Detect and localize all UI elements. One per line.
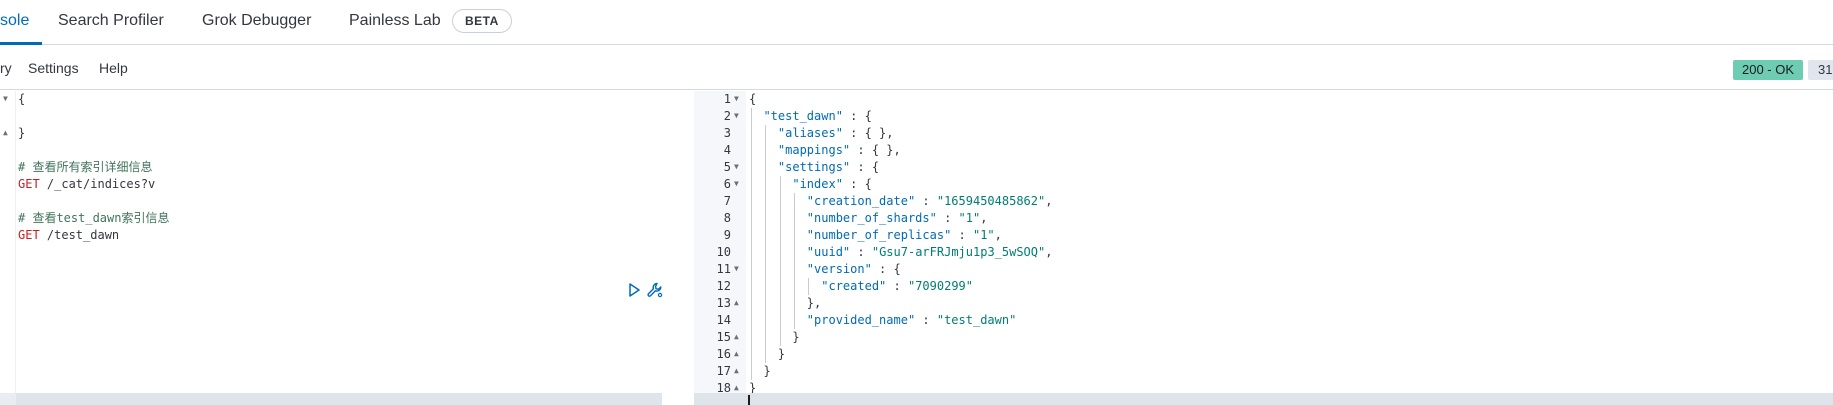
json-string: "7090299"	[907, 279, 973, 293]
fold-open-icon[interactable]: ▼	[734, 111, 739, 120]
tab-painless-lab[interactable]: Painless Lab	[349, 0, 441, 44]
fold-open-icon[interactable]: ▼	[734, 264, 739, 273]
menu-settings[interactable]: Settings	[28, 60, 79, 76]
response-line: "settings" : {	[777, 160, 880, 174]
line-number: 16	[716, 347, 731, 361]
http-method: GET	[18, 228, 40, 242]
line-number: 12	[716, 279, 731, 293]
play-icon[interactable]	[626, 281, 642, 299]
json-string: "1"	[972, 228, 995, 242]
json-string: "test_dawn"	[936, 313, 1017, 327]
json-key: "settings"	[777, 160, 851, 174]
console-menu-bar: ry Settings Help 200 - OK 31	[0, 45, 1833, 90]
response-line: "aliases" : { },	[777, 126, 894, 140]
request-editor[interactable]: ▼ ▲ { } # 查看所有索引详细信息 GET /_cat/indices?v…	[0, 91, 678, 405]
request-scrollbar[interactable]	[0, 393, 662, 405]
line-number: 14	[716, 313, 731, 327]
json-key: "number_of_shards"	[806, 211, 937, 225]
wrench-icon[interactable]	[646, 281, 664, 299]
json-key: "test_dawn"	[763, 109, 843, 123]
fold-open-icon[interactable]: ▼	[734, 162, 739, 171]
json-key: "number_of_replicas"	[806, 228, 952, 242]
fold-close-icon[interactable]: ▲	[734, 366, 739, 375]
line-number: 7	[723, 194, 731, 208]
json-key: "mappings"	[777, 143, 851, 157]
menu-history[interactable]: ry	[0, 60, 12, 76]
pane-resizer[interactable]	[678, 91, 694, 405]
line-number: 3	[723, 126, 731, 140]
request-comment: # 查看test_dawn索引信息	[18, 211, 170, 225]
fold-open-icon[interactable]: ▼	[734, 94, 739, 103]
response-line: {	[749, 92, 757, 106]
response-line: "number_of_shards" : "1",	[806, 211, 988, 225]
text-cursor	[748, 395, 750, 405]
response-line: }	[749, 347, 786, 361]
response-viewer[interactable]: 1 2 3 4 5 6 7 8 9 10 11 12 13 14 15 16 1…	[694, 91, 1833, 405]
response-line: "number_of_replicas" : "1",	[806, 228, 1002, 242]
fold-close-icon[interactable]: ▲	[734, 298, 739, 307]
json-key: "created"	[821, 279, 887, 293]
json-key: "uuid"	[806, 245, 851, 259]
response-line: },	[749, 296, 822, 310]
fold-close-icon[interactable]: ▲	[734, 349, 739, 358]
response-line: "uuid" : "Gsu7-arFRJmju1p3_5wSOQ",	[806, 245, 1053, 259]
response-line: "provided_name" : "test_dawn"	[806, 313, 1017, 327]
menu-help[interactable]: Help	[99, 60, 128, 76]
request-gutter: ▼ ▲	[0, 91, 16, 405]
line-number: 17	[716, 364, 731, 378]
line-number: 2	[723, 109, 731, 123]
response-line: "created" : "7090299"	[821, 279, 973, 293]
line-number: 15	[716, 330, 731, 344]
fold-open-icon[interactable]: ▼	[3, 94, 8, 103]
response-line: "test_dawn" : {	[763, 109, 872, 123]
line-number: 1	[723, 92, 731, 106]
top-tab-bar: sole Search Profiler Grok Debugger Painl…	[0, 0, 1833, 45]
fold-close-icon[interactable]: ▲	[734, 383, 739, 392]
request-path: /_cat/indices?v	[39, 177, 156, 191]
http-method: GET	[18, 177, 40, 191]
status-badge: 200 - OK	[1733, 60, 1804, 80]
json-string: "1"	[958, 211, 981, 225]
response-line: "version" : {	[806, 262, 901, 276]
fold-close-icon[interactable]: ▲	[3, 128, 8, 137]
request-line: {	[18, 92, 26, 106]
json-key: "index"	[792, 177, 843, 191]
line-number: 13	[716, 296, 731, 310]
response-line: "index" : {	[792, 177, 872, 191]
line-number: 6	[723, 177, 731, 191]
line-number: 5	[723, 160, 731, 174]
json-string: "1659450485862"	[936, 194, 1046, 208]
json-key: "creation_date"	[806, 194, 916, 208]
request-line: GET /test_dawn	[18, 227, 119, 244]
json-key: "aliases"	[777, 126, 843, 140]
fold-close-icon[interactable]: ▲	[734, 332, 739, 341]
line-number: 4	[723, 143, 731, 157]
json-key: "version"	[806, 262, 872, 276]
request-path: /test_dawn	[39, 228, 120, 242]
response-scrollbar[interactable]	[694, 393, 1833, 405]
line-number: 9	[723, 228, 731, 242]
response-line: }	[749, 364, 771, 378]
line-number: 8	[723, 211, 731, 225]
response-line: }	[749, 330, 800, 344]
tab-console[interactable]: sole	[0, 0, 29, 44]
request-line: }	[18, 126, 26, 140]
response-line: "mappings" : { },	[777, 143, 901, 157]
response-line: "creation_date" : "1659450485862",	[806, 194, 1053, 208]
json-key: "provided_name"	[806, 313, 916, 327]
request-gutter-footer	[0, 393, 16, 405]
line-number: 10	[716, 245, 731, 259]
request-comment: # 查看所有索引详细信息	[18, 160, 153, 174]
response-gutter: 1 2 3 4 5 6 7 8 9 10 11 12 13 14 15 16 1…	[694, 91, 746, 405]
request-time-badge: 31	[1808, 60, 1833, 80]
beta-badge: BETA	[452, 9, 512, 33]
line-number: 11	[716, 262, 731, 276]
fold-open-icon[interactable]: ▼	[734, 179, 739, 188]
tab-search-profiler[interactable]: Search Profiler	[58, 0, 164, 44]
tab-grok-debugger[interactable]: Grok Debugger	[202, 0, 311, 44]
json-string: "Gsu7-arFRJmju1p3_5wSOQ"	[871, 245, 1046, 259]
request-line: GET /_cat/indices?v	[18, 176, 155, 193]
